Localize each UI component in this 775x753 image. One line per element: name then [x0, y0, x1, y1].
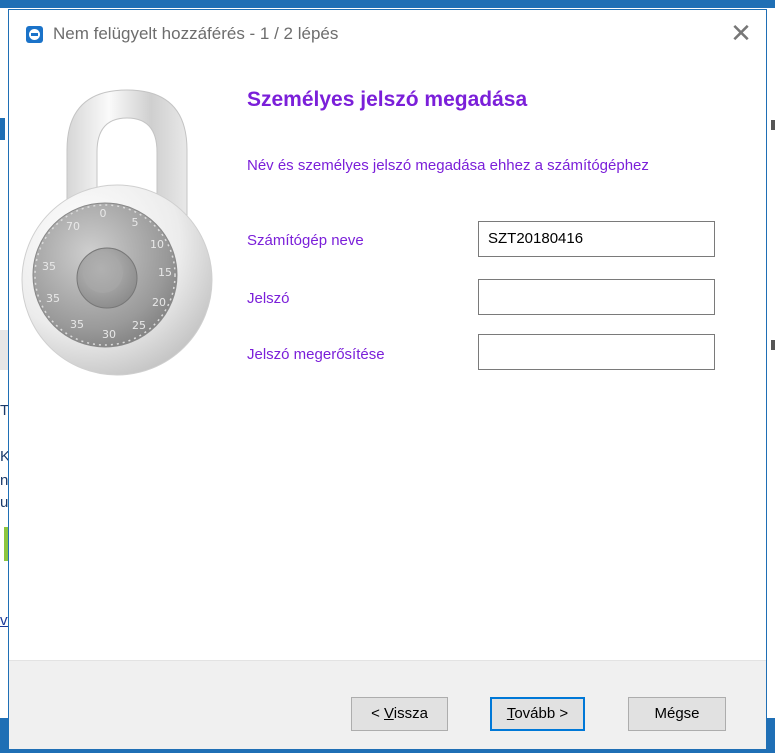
back-button[interactable]: < Vissza	[351, 697, 448, 731]
background-text: Te	[0, 402, 8, 419]
title-bar: Nem felügyelt hozzáférés - 1 / 2 lépés ✕	[9, 10, 766, 60]
next-button-label: ovább >	[514, 705, 569, 722]
computer-name-label: Számítógép neve	[247, 232, 364, 249]
back-button-label: issza	[393, 705, 428, 722]
background-link[interactable]: vv	[0, 612, 8, 629]
next-button[interactable]: Tovább >	[490, 697, 585, 731]
svg-text:25: 25	[132, 319, 146, 332]
background-marker	[771, 120, 775, 130]
page-heading: Személyes jelszó megadása	[247, 88, 528, 111]
background-marker	[0, 118, 5, 140]
svg-text:70: 70	[66, 220, 80, 233]
padlock-icon: 0 5 10 15 20 25 30 35 35 35 70	[21, 89, 213, 376]
confirm-password-input[interactable]	[478, 334, 715, 370]
svg-text:20: 20	[152, 296, 166, 309]
password-label: Jelszó	[247, 290, 290, 307]
teamviewer-icon	[26, 26, 43, 43]
background-panel	[0, 330, 8, 370]
svg-text:35: 35	[70, 318, 84, 331]
background-marker	[771, 340, 775, 350]
svg-text:15: 15	[158, 266, 172, 279]
background-text: u	[0, 494, 8, 511]
svg-text:5: 5	[132, 216, 139, 229]
svg-text:0: 0	[100, 207, 107, 220]
computer-name-input[interactable]: SZT20180416	[478, 221, 715, 257]
background-text: nu	[0, 472, 8, 489]
cancel-button[interactable]: Mégse	[628, 697, 726, 731]
svg-text:10: 10	[150, 238, 164, 251]
back-button-mnemonic: V	[384, 705, 394, 722]
setup-wizard-dialog: Nem felügyelt hozzáférés - 1 / 2 lépés ✕	[8, 9, 767, 749]
window-title: Nem felügyelt hozzáférés - 1 / 2 lépés	[53, 24, 339, 43]
back-button-prefix: <	[371, 705, 384, 722]
background-title-bar	[0, 0, 775, 8]
svg-text:35: 35	[46, 292, 60, 305]
page-description: Név és személyes jelszó megadása ehhez a…	[247, 157, 649, 174]
confirm-password-label: Jelszó megerősítése	[247, 346, 385, 363]
button-bar: < Vissza Tovább > Mégse	[9, 660, 766, 749]
close-button[interactable]: ✕	[726, 20, 756, 50]
background-text: Ké	[0, 448, 8, 465]
svg-text:30: 30	[102, 328, 116, 341]
svg-text:35: 35	[42, 260, 56, 273]
password-input[interactable]	[478, 279, 715, 315]
